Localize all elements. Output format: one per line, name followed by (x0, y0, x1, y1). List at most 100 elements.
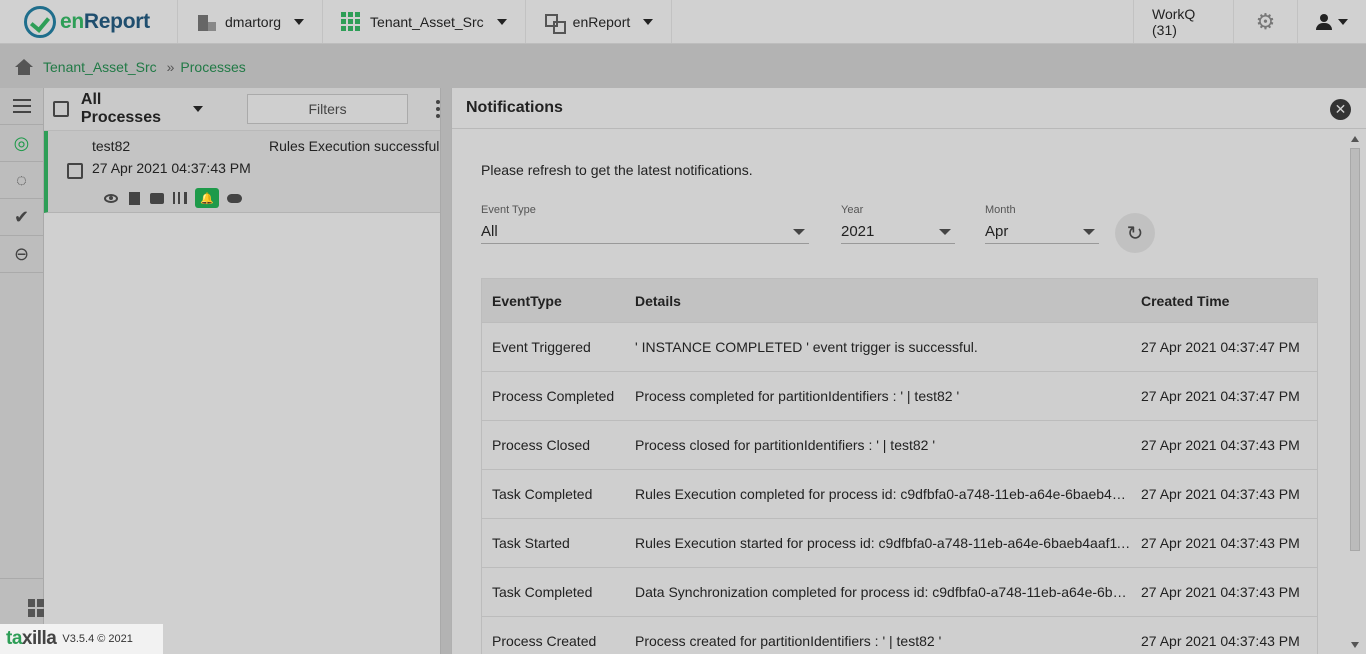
cell-details: Process created for partitionIdentifiers… (635, 633, 942, 649)
process-list-item[interactable]: test82 27 Apr 2021 04:37:43 PM Rules Exe… (44, 131, 440, 213)
briefcase-icon (150, 192, 164, 204)
check-icon: ✔ (13, 206, 30, 227)
event-type-value-row: All (481, 220, 809, 244)
table-row: Process Closed Process closed for partit… (482, 421, 1317, 470)
table-header-row: EventType Details Created Time (482, 279, 1317, 323)
breadcrumb: Tenant_Asset_Src » Processes (0, 45, 1366, 88)
top-navigation-bar: enReport dmartorg Tenant_Asset_Src enRep… (0, 0, 1366, 44)
cell-details: Process closed for partitionIdentifiers … (635, 437, 936, 453)
event-type-label: Event Type (481, 204, 536, 216)
month-value: Apr (985, 223, 1009, 240)
user-icon (1316, 13, 1332, 30)
refresh-message: Please refresh to get the latest notific… (481, 162, 753, 178)
org-building-icon (196, 13, 216, 31)
gear-icon: ⚙ (1255, 8, 1276, 34)
home-icon[interactable] (15, 58, 33, 75)
cell-details: Rules Execution started for process id: … (635, 535, 1131, 551)
process-filter-dropdown[interactable]: All Processes (80, 91, 204, 127)
view-button[interactable] (103, 191, 119, 205)
column-header-created-time: Created Time (1141, 292, 1230, 309)
app-selector-label: Tenant_Asset_Src (370, 13, 484, 30)
breadcrumb-separator: » (166, 58, 175, 75)
process-status: Rules Execution successful (269, 138, 440, 154)
chevron-down-icon (294, 18, 305, 25)
taxilla-logo-suffix: xilla (21, 628, 57, 649)
process-checkbox[interactable] (67, 163, 83, 179)
notifications-header: Notifications ✕ (452, 88, 1366, 129)
download-button[interactable] (226, 191, 242, 205)
enreport-logo-icon (24, 5, 56, 38)
scrollbar-thumb[interactable] (1350, 148, 1360, 551)
cell-details: Rules Execution completed for process id… (635, 486, 1131, 502)
notifications-scrollbar[interactable] (1349, 136, 1361, 648)
process-date: 27 Apr 2021 04:37:43 PM (92, 160, 251, 176)
notifications-table: EventType Details Created Time Event Tri… (481, 278, 1318, 654)
topbar-spacer (672, 0, 1134, 43)
process-icon: ◎ (13, 132, 30, 153)
cell-created-time: 27 Apr 2021 04:37:43 PM (1141, 584, 1300, 600)
table-row: Event Triggered ' INSTANCE COMPLETED ' e… (482, 323, 1317, 372)
rail-cancelled-button[interactable]: ⊖ (0, 236, 43, 273)
notifications-button[interactable]: 🔔 (195, 188, 219, 208)
cell-details: Data Synchronization completed for proce… (635, 584, 1131, 600)
cell-eventtype: Process Closed (492, 437, 591, 453)
process-list-panel: All Processes Filters test82 27 Apr 2021… (44, 88, 441, 654)
month-select[interactable]: Month Apr (985, 204, 1099, 244)
chevron-down-icon (193, 106, 204, 112)
cell-created-time: 27 Apr 2021 04:37:47 PM (1141, 339, 1300, 355)
breadcrumb-item-processes[interactable]: Processes (180, 59, 245, 75)
cell-details: ' INSTANCE COMPLETED ' event trigger is … (635, 339, 978, 355)
brand-logo-link[interactable]: enReport (0, 0, 178, 43)
eye-icon (104, 193, 118, 203)
version-label: V3.5.4 © 2021 (62, 633, 133, 645)
product-selector-label: enReport (572, 13, 631, 30)
menu-toggle-button[interactable] (0, 88, 43, 125)
chevron-down-icon (643, 18, 654, 25)
process-list-header: All Processes Filters (44, 88, 440, 131)
more-options-icon[interactable] (436, 100, 440, 118)
breadcrumb-item-app[interactable]: Tenant_Asset_Src (43, 59, 157, 75)
rules-button[interactable] (172, 191, 188, 205)
close-icon[interactable]: ✕ (1330, 99, 1351, 120)
refresh-button[interactable]: ↻ (1115, 213, 1155, 253)
org-selector[interactable]: dmartorg (178, 0, 324, 43)
table-row: Task Completed Rules Execution completed… (482, 470, 1317, 519)
dropdown-arrow-icon (939, 228, 951, 235)
scroll-down-icon[interactable] (1351, 642, 1359, 648)
settings-button[interactable]: ⚙ (1234, 0, 1298, 43)
workq-label: WorkQ (31) (1152, 5, 1196, 38)
rail-completed-button[interactable]: ✔ (0, 199, 43, 236)
workq-button[interactable]: WorkQ (31) (1134, 0, 1234, 43)
chevron-down-icon (1338, 18, 1348, 25)
event-type-select[interactable]: Event Type All (481, 204, 809, 244)
table-row: Process Created Process created for part… (482, 617, 1317, 654)
switch-icon (544, 12, 566, 34)
rail-all-processes-button[interactable]: ◎ (0, 125, 43, 162)
brand-name-prefix: en (60, 9, 84, 33)
user-menu-button[interactable] (1298, 0, 1366, 43)
scroll-up-icon[interactable] (1351, 136, 1359, 142)
cell-created-time: 27 Apr 2021 04:37:43 PM (1141, 486, 1300, 502)
cell-eventtype: Task Completed (492, 584, 593, 600)
cell-eventtype: Task Completed (492, 486, 593, 502)
select-all-checkbox[interactable] (53, 101, 69, 117)
month-label: Month (985, 204, 1016, 216)
process-filter-label: All Processes (80, 91, 161, 126)
brand-name-suffix: Report (83, 9, 150, 33)
notifications-panel: Notifications ✕ Please refresh to get th… (451, 88, 1366, 654)
year-value: 2021 (841, 223, 875, 240)
taxilla-logo: taxilla (6, 628, 57, 650)
product-selector[interactable]: enReport (526, 0, 673, 43)
year-select[interactable]: Year 2021 (841, 204, 955, 244)
column-header-details: Details (635, 292, 681, 309)
rail-inprogress-button[interactable]: ◌ (0, 162, 43, 199)
dashboard-icon[interactable] (28, 599, 44, 617)
dropdown-arrow-icon (793, 228, 805, 235)
brand-name: enReport (60, 10, 150, 34)
briefcase-button[interactable] (149, 191, 165, 205)
cell-created-time: 27 Apr 2021 04:37:43 PM (1141, 535, 1300, 551)
app-selector[interactable]: Tenant_Asset_Src (323, 0, 526, 43)
report-button[interactable] (126, 191, 142, 205)
filters-button[interactable]: Filters (247, 94, 408, 124)
notifications-title: Notifications (466, 99, 563, 116)
